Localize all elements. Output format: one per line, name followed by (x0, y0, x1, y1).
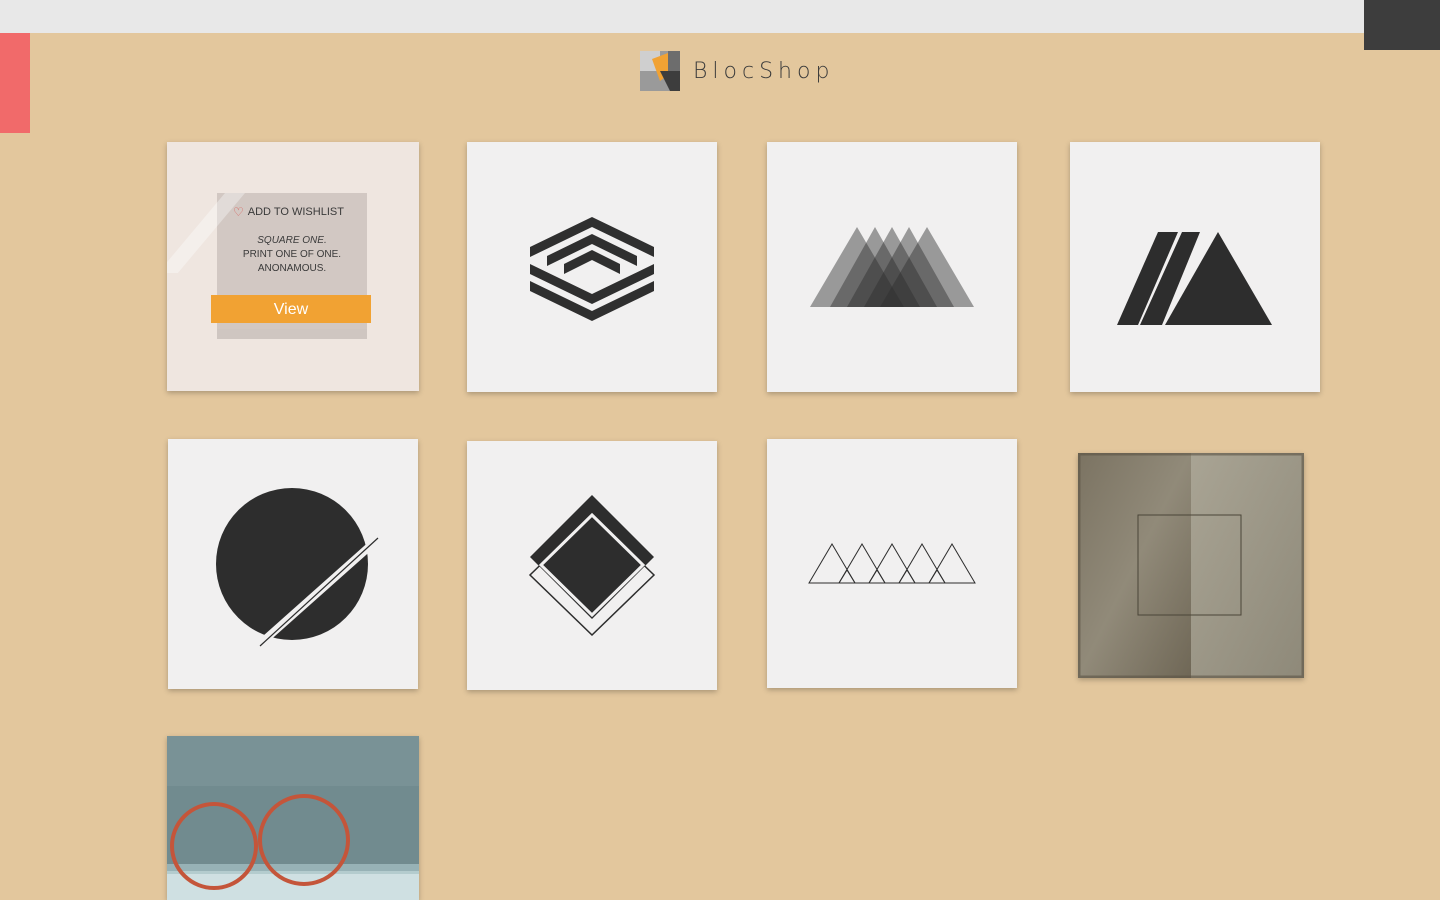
product-overlay: ♡ ADD TO WISHLIST SQUARE ONE. PRINT ONE … (167, 193, 371, 343)
stacked-square-lines-icon (530, 217, 654, 321)
product-tile-8[interactable] (1078, 453, 1304, 678)
brand-name: BlocShop (693, 58, 835, 84)
textured-paper-square-icon (1078, 453, 1304, 678)
product-tile-2[interactable] (467, 142, 717, 392)
product-title: SQUARE ONE. (257, 235, 327, 246)
product-tile-6[interactable] (467, 441, 717, 690)
top-bar (0, 0, 1440, 33)
brand-logo[interactable]: BlocShop (640, 51, 834, 91)
sliced-circle-icon (216, 488, 381, 647)
three-mountains-icon (1117, 232, 1272, 325)
product-tile-4[interactable] (1070, 142, 1320, 392)
outline-triangles-icon (808, 543, 976, 584)
wishlist-link[interactable]: ♡ ADD TO WISHLIST (233, 205, 344, 219)
layered-diamond-icon (528, 495, 656, 637)
product-edition: PRINT ONE OF ONE. (242, 249, 342, 260)
orange-rings-painting-icon (167, 736, 419, 900)
heart-icon: ♡ (233, 205, 244, 219)
side-tab[interactable] (0, 33, 30, 133)
overlay-foot (217, 329, 367, 339)
product-tile-7[interactable] (767, 439, 1017, 688)
view-button[interactable]: View (211, 295, 371, 323)
menu-button[interactable] (1364, 0, 1440, 50)
overlapping-triangles-icon (810, 227, 974, 307)
product-tile-featured[interactable]: ♡ ADD TO WISHLIST SQUARE ONE. PRINT ONE … (167, 142, 419, 391)
product-info: SQUARE ONE. PRINT ONE OF ONE. ANONAMOUS. (217, 234, 367, 276)
wishlist-label: ADD TO WISHLIST (247, 206, 344, 218)
product-tile-9[interactable] (167, 736, 419, 900)
logo-icon (640, 51, 680, 91)
product-tile-5[interactable] (168, 439, 418, 689)
product-tile-3[interactable] (767, 142, 1017, 392)
product-artist: ANONAMOUS. (257, 263, 327, 274)
